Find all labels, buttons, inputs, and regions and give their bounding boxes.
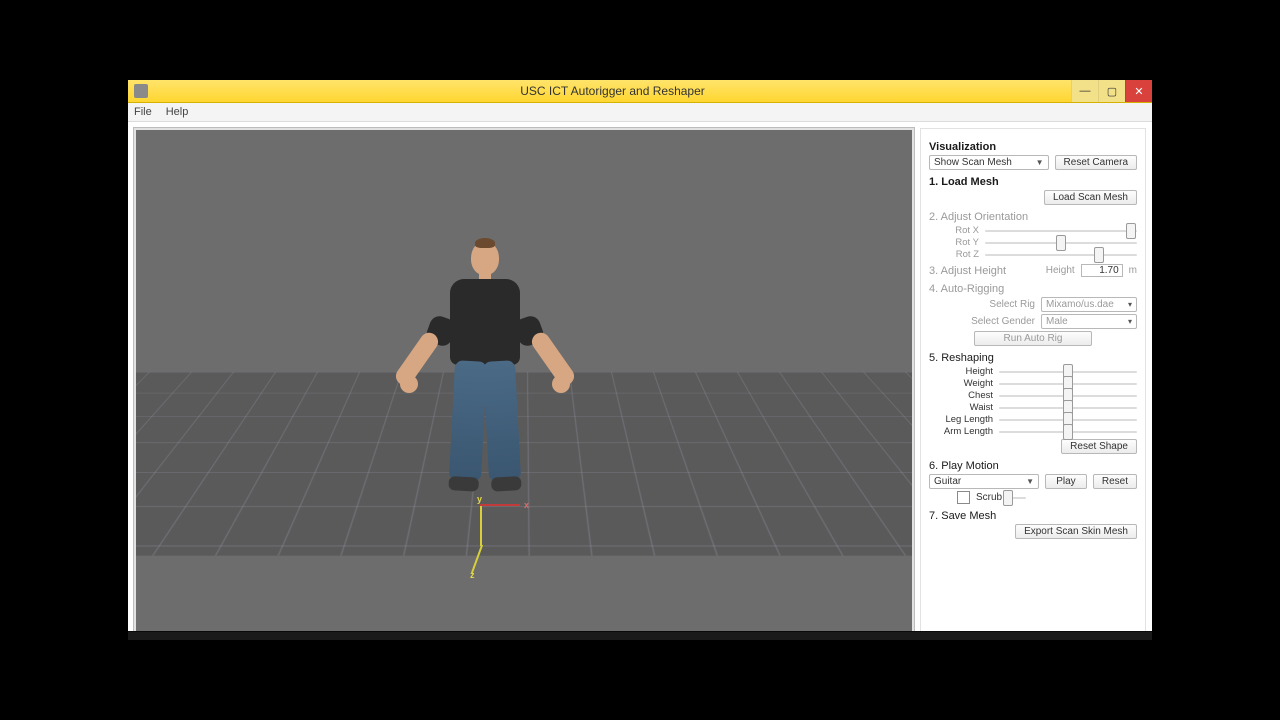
chevron-down-icon: ▾ <box>1128 317 1132 326</box>
select-rig-value: Mixamo/us.dae <box>1046 299 1114 310</box>
app-icon <box>134 84 148 98</box>
reshape-weight-label: Weight <box>929 378 993 389</box>
rot-y-label: Rot Y <box>929 237 979 248</box>
select-gender-label: Select Gender <box>971 316 1035 327</box>
reset-shape-button[interactable]: Reset Shape <box>1061 439 1137 454</box>
load-scan-mesh-button[interactable]: Load Scan Mesh <box>1044 190 1137 205</box>
window-title: USC ICT Autorigger and Reshaper <box>154 84 1071 98</box>
rot-x-slider[interactable] <box>985 228 1137 234</box>
window-controls: — ▢ ✕ <box>1071 80 1152 102</box>
controls-panel: Visualization Show Scan Mesh ▼ Reset Cam… <box>920 128 1146 636</box>
motion-clip-select[interactable]: Guitar ▼ <box>929 474 1039 489</box>
run-auto-rig-button[interactable]: Run Auto Rig <box>974 331 1092 346</box>
reshape-height-slider[interactable] <box>999 369 1137 375</box>
section-adjust-orientation: 2. Adjust Orientation <box>929 211 1137 223</box>
reshape-waist-slider[interactable] <box>999 405 1137 411</box>
section-play-motion: 6. Play Motion <box>929 460 1137 472</box>
height-label: Height <box>1046 265 1075 276</box>
section-auto-rigging: 4. Auto-Rigging <box>929 283 1137 295</box>
rot-x-label: Rot X <box>929 225 979 236</box>
axis-z-label: z <box>470 570 475 580</box>
rot-y-slider[interactable] <box>985 240 1137 246</box>
reshape-height-label: Height <box>929 366 993 377</box>
motion-clip-value: Guitar <box>934 476 961 487</box>
reshape-leg-length-label: Leg Length <box>929 414 993 425</box>
client-area: x y z Visualization Show Scan Mesh ▼ Res… <box>128 122 1152 640</box>
reshape-leg-length-slider[interactable] <box>999 417 1137 423</box>
visualization-mode-value: Show Scan Mesh <box>934 157 1012 168</box>
menu-file[interactable]: File <box>134 106 152 118</box>
visualization-mode-select[interactable]: Show Scan Mesh ▼ <box>929 155 1049 170</box>
ground-grid <box>134 372 914 556</box>
axis-x-label: x <box>524 500 529 510</box>
reshape-chest-label: Chest <box>929 390 993 401</box>
titlebar: USC ICT Autorigger and Reshaper — ▢ ✕ <box>128 80 1152 103</box>
section-save-mesh: 7. Save Mesh <box>929 510 1137 522</box>
axis-y-label: y <box>477 494 482 504</box>
rot-z-slider[interactable] <box>985 252 1137 258</box>
viewport-3d[interactable]: x y z <box>134 128 914 636</box>
select-gender-value: Male <box>1046 316 1068 327</box>
reshape-arm-length-label: Arm Length <box>929 426 993 437</box>
height-unit: m <box>1129 265 1137 276</box>
close-button[interactable]: ✕ <box>1125 80 1152 102</box>
section-reshaping: 5. Reshaping <box>929 352 1137 364</box>
menu-help[interactable]: Help <box>166 106 189 118</box>
reshape-waist-label: Waist <box>929 402 993 413</box>
reshape-weight-slider[interactable] <box>999 381 1137 387</box>
select-rig-dropdown[interactable]: Mixamo/us.dae ▾ <box>1041 297 1137 312</box>
menu-bar: File Help <box>128 103 1152 122</box>
play-button[interactable]: Play <box>1045 474 1087 489</box>
taskbar <box>128 631 1152 640</box>
chevron-down-icon: ▾ <box>1128 300 1132 309</box>
maximize-button[interactable]: ▢ <box>1098 80 1125 102</box>
section-adjust-height: 3. Adjust Height <box>929 265 1006 277</box>
scan-mesh-figure <box>448 241 522 481</box>
app-window: USC ICT Autorigger and Reshaper — ▢ ✕ Fi… <box>128 80 1152 640</box>
minimize-button[interactable]: — <box>1071 80 1098 102</box>
section-visualization: Visualization <box>929 141 1137 153</box>
scrub-checkbox[interactable] <box>957 491 970 504</box>
axis-x-gizmo <box>480 504 520 506</box>
scrub-label: Scrub <box>976 492 1002 503</box>
chevron-down-icon: ▼ <box>1036 158 1044 167</box>
select-gender-dropdown[interactable]: Male ▾ <box>1041 314 1137 329</box>
reset-motion-button[interactable]: Reset <box>1093 474 1137 489</box>
rot-z-label: Rot Z <box>929 249 979 260</box>
scrub-slider[interactable] <box>1008 495 1026 501</box>
chevron-down-icon: ▼ <box>1026 477 1034 486</box>
reshape-arm-length-slider[interactable] <box>999 429 1137 435</box>
reshape-chest-slider[interactable] <box>999 393 1137 399</box>
height-input[interactable]: 1.70 <box>1081 264 1123 277</box>
reset-camera-button[interactable]: Reset Camera <box>1055 155 1137 170</box>
section-load-mesh: 1. Load Mesh <box>929 176 1137 188</box>
axis-y-gizmo <box>480 506 482 546</box>
export-scan-skin-mesh-button[interactable]: Export Scan Skin Mesh <box>1015 524 1137 539</box>
select-rig-label: Select Rig <box>989 299 1035 310</box>
